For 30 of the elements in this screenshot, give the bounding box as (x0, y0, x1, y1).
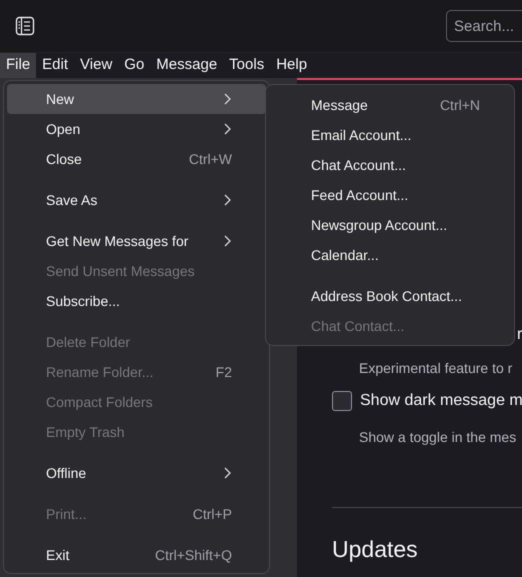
menu-item[interactable]: Close Ctrl+W (7, 144, 266, 174)
menu-item[interactable]: Calendar... (272, 240, 508, 270)
menu-bar-item[interactable]: Tools (223, 53, 270, 78)
description-text: Experimental feature to r (359, 359, 512, 378)
menu-item[interactable]: Newsgroup Account... (272, 210, 508, 240)
menu-bar-item[interactable]: Message (150, 53, 224, 78)
menu-item[interactable]: Open (7, 114, 266, 144)
menu-item[interactable]: Subscribe... (7, 286, 266, 316)
menu-item[interactable]: Email Account... (272, 120, 508, 150)
menu-item[interactable]: Get New Messages for (7, 226, 266, 256)
menu-item[interactable]: Feed Account... (272, 180, 508, 210)
section-title: Updates (332, 535, 418, 564)
sidebar-toggle-icon[interactable] (15, 16, 35, 36)
search-field[interactable]: Search... (446, 10, 522, 42)
checkbox[interactable] (332, 391, 352, 411)
menu-item[interactable]: Message Ctrl+N (272, 90, 508, 120)
menu-item[interactable]: Offline (7, 458, 266, 488)
menu-item[interactable]: Save As (7, 185, 266, 215)
menu-item[interactable]: Chat Account... (272, 150, 508, 180)
menu-bar-item[interactable]: File (0, 53, 36, 78)
checkbox-label: Show dark message m (360, 391, 522, 411)
menu-bar-item[interactable]: Edit (36, 53, 74, 78)
option-label: r (517, 325, 522, 345)
menu-bar-item[interactable]: Help (270, 53, 314, 78)
menu-bar-item[interactable]: Go (118, 53, 150, 78)
menu-item[interactable]: New (7, 84, 266, 114)
menu-bar-item[interactable]: View (74, 53, 118, 78)
description-text: Show a toggle in the mes (359, 428, 516, 447)
menu-item[interactable]: Address Book Contact... (272, 281, 508, 311)
menu-item[interactable]: Exit Ctrl+Shift+Q (7, 540, 266, 570)
